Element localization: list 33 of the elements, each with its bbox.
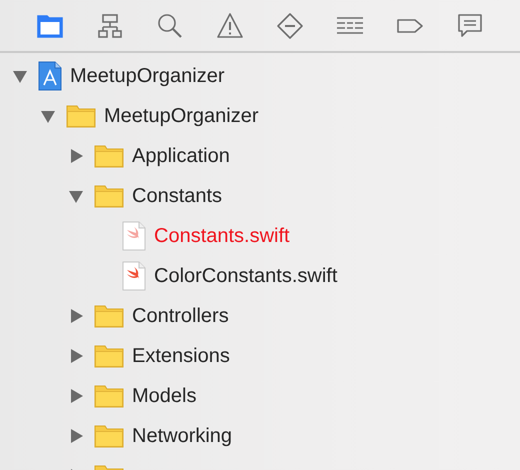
folder-icon bbox=[94, 304, 124, 328]
disclosure-triangle-icon[interactable] bbox=[68, 308, 84, 324]
disclosure-triangle-icon[interactable] bbox=[68, 348, 84, 364]
project-file-icon bbox=[38, 61, 62, 91]
swift-file-icon bbox=[122, 221, 146, 251]
message-icon[interactable] bbox=[456, 12, 484, 40]
disclosure-triangle-icon[interactable] bbox=[68, 188, 84, 204]
disclosure-triangle-icon[interactable] bbox=[68, 148, 84, 164]
tree-item-label[interactable]: Controllers bbox=[132, 304, 229, 328]
warning-icon[interactable] bbox=[216, 12, 244, 40]
disclosure-triangle-icon[interactable] bbox=[12, 68, 28, 84]
folder-icon bbox=[66, 104, 96, 128]
tree-item-label[interactable]: MeetupOrganizer bbox=[70, 64, 225, 88]
tree-item-label[interactable]: Constants.swift bbox=[154, 224, 290, 248]
disclosure-triangle-icon[interactable] bbox=[68, 388, 84, 404]
tree-item-label[interactable]: MeetupOrganizer bbox=[104, 104, 259, 128]
folder-icon bbox=[94, 424, 124, 448]
diamond-icon[interactable] bbox=[276, 12, 304, 40]
tree-item-label[interactable]: Networking bbox=[132, 424, 232, 448]
hierarchy-icon[interactable] bbox=[96, 12, 124, 40]
tree-item-label[interactable]: ColorConstants.swift bbox=[154, 264, 338, 288]
swift-file-icon bbox=[122, 261, 146, 291]
search-icon[interactable] bbox=[156, 12, 184, 40]
folder-icon bbox=[94, 344, 124, 368]
tree-item-label[interactable]: Models bbox=[132, 384, 196, 408]
tree-item-label[interactable]: Extensions bbox=[132, 344, 230, 368]
folder-icon bbox=[94, 144, 124, 168]
disclosure-triangle-icon[interactable] bbox=[40, 108, 56, 124]
folder-icon bbox=[94, 384, 124, 408]
folder-icon bbox=[94, 184, 124, 208]
tree-item-label[interactable]: Constants bbox=[132, 184, 222, 208]
tree-item-label[interactable]: Application bbox=[132, 144, 230, 168]
disclosure-triangle-icon[interactable] bbox=[68, 428, 84, 444]
